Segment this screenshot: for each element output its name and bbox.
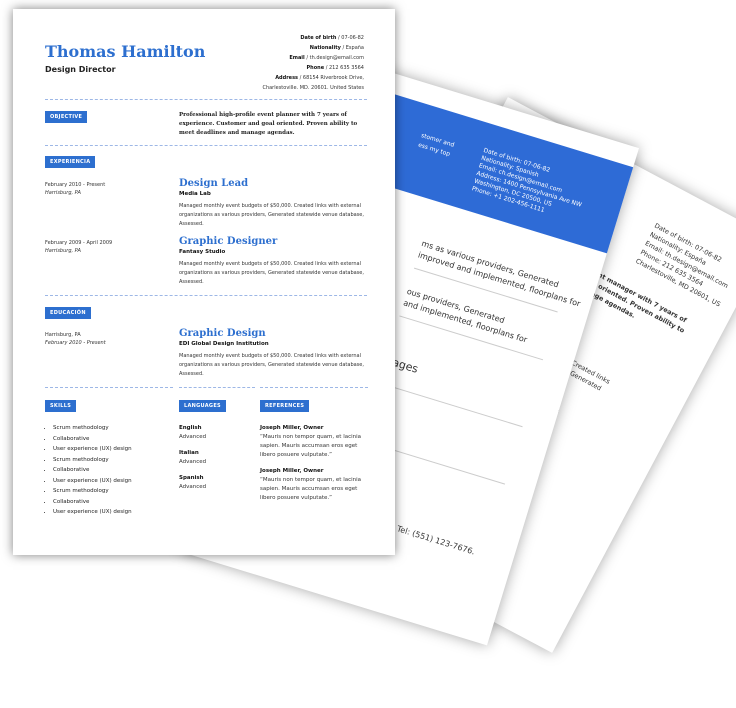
divider <box>45 387 173 388</box>
skill-item: Scrum methodology <box>53 486 132 497</box>
divider <box>260 387 368 388</box>
education-badge: EDUCACIÓN <box>45 307 91 319</box>
reference-quote: “Mauris non tempor quam, et lacinia sapi… <box>260 477 362 501</box>
education-description: Managed monthly event budgets of $50,000… <box>179 353 364 377</box>
contact-value: 212 635 3564 <box>329 65 364 71</box>
divider <box>45 99 367 100</box>
reference-name: Joseph Miller, Owner <box>260 425 324 431</box>
experience-place: Harrisburg, PA <box>45 190 81 196</box>
education-place: Harrisburg, PA <box>45 332 81 338</box>
reference-name: Joseph Miller, Owner <box>260 468 324 474</box>
skills-list: Scrum methodologyCollaborativeUser exper… <box>45 423 132 518</box>
contact-row: Phone / 212 635 3564 <box>306 65 365 71</box>
reference-quote: “Mauris non tempor quam, et lacinia sapi… <box>260 434 362 458</box>
experience-badge: EXPERIENCIA <box>45 156 96 168</box>
education-institution: EDI Global Design Institution <box>179 341 269 347</box>
contact-label: Phone <box>306 65 325 71</box>
skill-item: User experience (UX) design <box>53 444 132 455</box>
skill-item: Collaborative <box>53 434 132 445</box>
contact-row: Charlestoville. MD. 20601. United States <box>184 83 364 93</box>
experience-company: Fantasy Studio <box>179 249 226 255</box>
contact-label: Address <box>275 75 299 81</box>
language-level: Advanced <box>179 484 207 490</box>
skill-item: Collaborative <box>53 465 132 476</box>
contact-value: 68154 Riverbrook Drive, <box>302 75 364 81</box>
contact-value: 07-06-82 <box>341 35 364 41</box>
resume-front-sheet: Thomas Hamilton Design Director Date of … <box>13 9 395 555</box>
experience-place: Harrisburg, PA <box>45 248 81 254</box>
candidate-title: Design Director <box>45 65 116 74</box>
contact-block: Date of birth / 07-06-82 Nationality / Es… <box>184 33 364 93</box>
divider <box>45 145 367 146</box>
divider <box>45 295 367 296</box>
skill-item: Collaborative <box>53 497 132 508</box>
experience-description: Managed monthly event budgets of $50,000… <box>179 261 364 285</box>
experience-role: Graphic Designer <box>179 236 278 247</box>
experience-date: February 2009 - April 2009 <box>45 240 113 246</box>
references-badge: REFERENCES <box>260 400 310 412</box>
contact-row: Date of birth / 07-06-82 <box>300 35 364 41</box>
experience-description: Managed monthly event budgets of $50,000… <box>179 203 364 227</box>
skill-item: Scrum methodology <box>53 455 132 466</box>
skill-item: User experience (UX) design <box>53 476 132 487</box>
language-name: Italian <box>179 450 199 456</box>
contact-row: Address / 68154 Riverbrook Drive, <box>275 75 364 81</box>
contact-label: Date of birth <box>300 35 337 41</box>
education-date: February 2010 - Present <box>45 340 106 346</box>
skill-item: Scrum methodology <box>53 423 132 434</box>
experience-role: Design Lead <box>179 178 249 189</box>
language-level: Advanced <box>179 434 207 440</box>
objective-badge: OBJECTIVE <box>45 111 88 123</box>
contact-value: Charlestoville. MD. 20601. United States <box>262 85 364 91</box>
experience-date: February 2010 - Present <box>45 182 106 188</box>
language-name: Spanish <box>179 475 204 481</box>
languages-badge: LANGUAGES <box>179 400 226 412</box>
divider <box>179 387 255 388</box>
contact-row: Email / th.design@email.com <box>289 55 364 61</box>
skill-item: User experience (UX) design <box>53 507 132 518</box>
language-name: English <box>179 425 202 431</box>
objective-text: Professional high-profile event planner … <box>179 112 358 136</box>
contact-label: Nationality <box>309 45 341 51</box>
contact-label: Email <box>289 55 305 61</box>
experience-company: Media Lab <box>179 191 211 197</box>
education-degree: Graphic Design <box>179 328 266 339</box>
contact-row: Nationality / España <box>309 45 364 51</box>
contact-value: España <box>345 45 364 51</box>
language-level: Advanced <box>179 459 207 465</box>
skills-badge: SKILLS <box>45 400 77 412</box>
candidate-name: Thomas Hamilton <box>45 42 206 61</box>
contact-value: th.design@email.com <box>309 55 364 61</box>
back-divider <box>378 382 523 428</box>
